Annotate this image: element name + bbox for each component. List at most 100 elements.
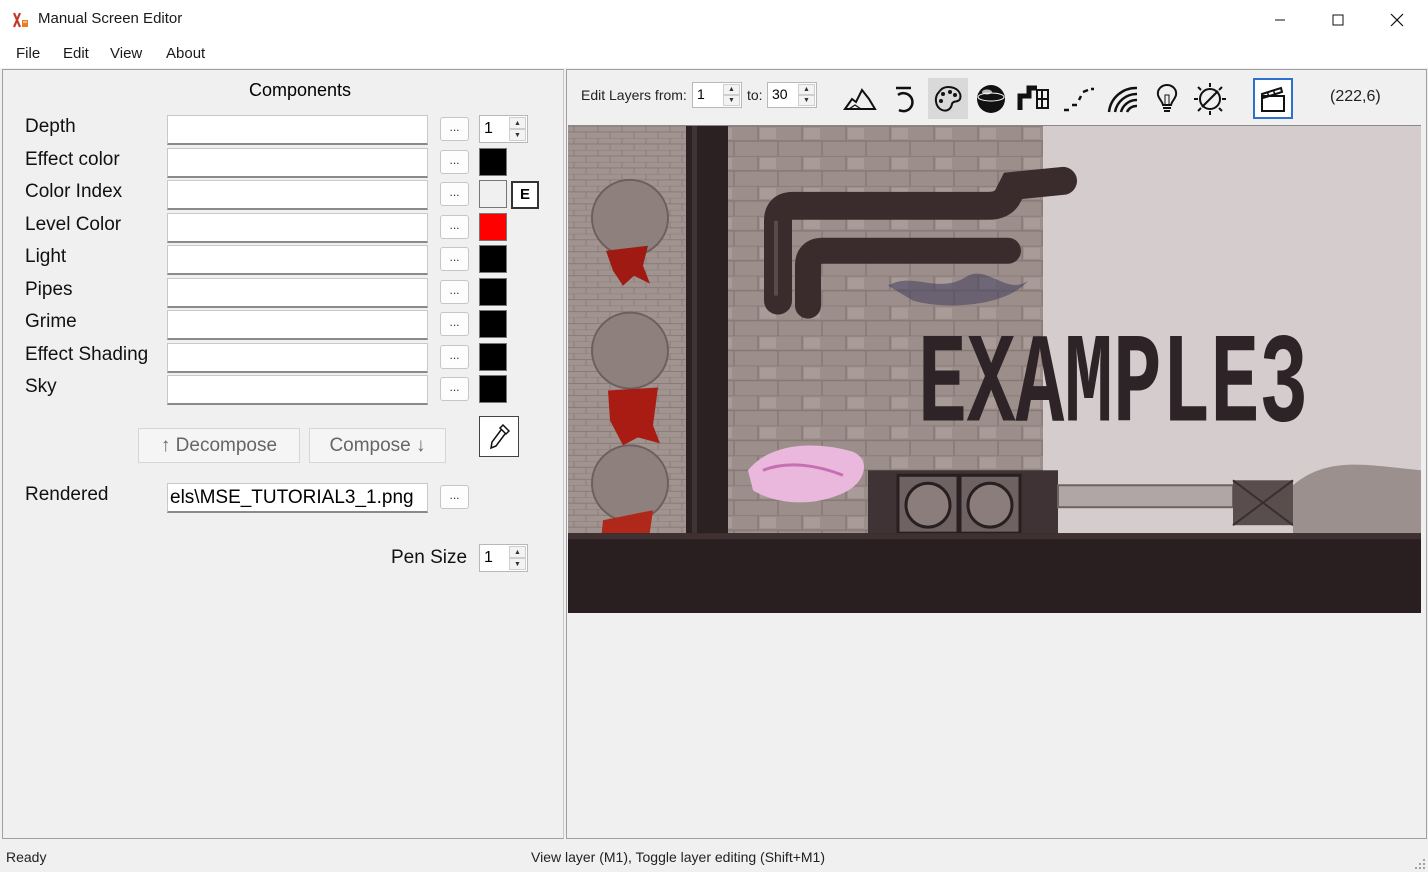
color-index-field[interactable]: [167, 180, 428, 210]
canvas-label: EXAMPLE3: [918, 316, 1308, 460]
spin-down-icon[interactable]: ▼: [509, 129, 526, 141]
pen-size-value: 1: [484, 549, 493, 566]
label-effect-color: Effect color: [25, 149, 120, 170]
layer-to-spinner[interactable]: 30 ▲ ▼: [767, 82, 817, 108]
layer-from-spinner[interactable]: 1 ▲ ▼: [692, 82, 742, 108]
menu-bar: File Edit View About: [0, 40, 1428, 68]
level-color-swatch[interactable]: [479, 213, 507, 241]
status-hint: View layer (M1), Toggle layer editing (S…: [531, 849, 825, 865]
title-bar: Manual Screen Editor: [0, 0, 1428, 40]
effect-color-browse-button[interactable]: ...: [440, 150, 469, 174]
close-icon: [1390, 13, 1404, 27]
tool-palette[interactable]: [928, 78, 968, 119]
app-icon: [12, 12, 28, 28]
effect-color-swatch[interactable]: [479, 148, 507, 176]
components-title: Components: [248, 80, 352, 100]
palette-icon: [934, 85, 962, 112]
pipes-field[interactable]: [167, 278, 428, 308]
label-sky: Sky: [25, 376, 57, 397]
label-level-color: Level Color: [25, 214, 122, 235]
effect-shading-field[interactable]: [167, 343, 428, 373]
tool-sphere[interactable]: [971, 78, 1011, 119]
status-bar: Ready View layer (M1), Toggle layer edit…: [0, 841, 1428, 872]
depth-spinner-value: 1: [484, 120, 493, 137]
rainbow-icon: [1107, 86, 1138, 113]
level-canvas[interactable]: EXAMPLE3: [568, 125, 1421, 613]
layer-from-value: 1: [697, 86, 705, 102]
tool-rainbow[interactable]: [1103, 78, 1143, 119]
eyedropper-icon: [490, 423, 511, 449]
tool-terrain[interactable]: [840, 78, 880, 119]
rendered-browse-button[interactable]: ...: [440, 485, 469, 509]
dotted-line-icon: [1064, 87, 1094, 111]
level-color-browse-button[interactable]: ...: [440, 215, 469, 239]
sun-icon: [1194, 82, 1226, 115]
minimize-icon: [1275, 19, 1285, 21]
grime-browse-button[interactable]: ...: [440, 312, 469, 336]
light-browse-button[interactable]: ...: [440, 247, 469, 271]
menu-about[interactable]: About: [166, 45, 205, 62]
menu-view[interactable]: View: [110, 45, 142, 62]
resize-grip-icon[interactable]: [1412, 856, 1426, 870]
close-button[interactable]: [1368, 0, 1426, 40]
spin-up-icon[interactable]: ▲: [723, 84, 740, 95]
tool-lightbulb[interactable]: [1147, 78, 1187, 119]
edit-layers-label: Edit Layers from:: [581, 87, 687, 103]
minimize-button[interactable]: [1251, 0, 1309, 40]
menu-edit[interactable]: Edit: [63, 45, 89, 62]
terrain-icon: [843, 87, 877, 110]
compose-button[interactable]: Compose ↓: [309, 428, 446, 463]
label-effect-shading: Effect Shading: [25, 344, 149, 365]
spin-down-icon[interactable]: ▼: [723, 95, 740, 106]
tool-pipes[interactable]: [1014, 78, 1054, 119]
rendered-field[interactable]: els\MSE_TUTORIAL3_1.png: [167, 483, 428, 513]
pipes-icon: [1017, 85, 1049, 110]
grime-swatch[interactable]: [479, 310, 507, 338]
label-depth: Depth: [25, 116, 76, 137]
spin-down-icon[interactable]: ▼: [509, 558, 526, 570]
spin-up-icon[interactable]: ▲: [798, 84, 815, 95]
tool-dotted-line[interactable]: [1058, 78, 1098, 119]
label-grime: Grime: [25, 311, 77, 332]
color-index-edit-button[interactable]: E: [511, 181, 539, 209]
menu-file[interactable]: File: [16, 45, 40, 62]
depth-field[interactable]: [167, 115, 428, 145]
spin-up-icon[interactable]: ▲: [509, 117, 526, 129]
color-index-browse-button[interactable]: ...: [440, 182, 469, 206]
label-pen-size: Pen Size: [391, 547, 468, 568]
grime-field[interactable]: [167, 310, 428, 340]
spin-up-icon[interactable]: ▲: [509, 546, 526, 558]
layer-to-value: 30: [772, 86, 788, 102]
spin-down-icon[interactable]: ▼: [798, 95, 815, 106]
sky-field[interactable]: [167, 375, 428, 405]
label-pipes: Pipes: [25, 279, 73, 300]
color-picker-button[interactable]: [479, 416, 519, 457]
pen-size-spinner[interactable]: 1 ▲ ▼: [479, 544, 528, 572]
effect-shading-swatch[interactable]: [479, 343, 507, 371]
rotate-icon: [896, 86, 914, 112]
sky-browse-button[interactable]: ...: [440, 377, 469, 401]
depth-browse-button[interactable]: ...: [440, 117, 469, 141]
coordinates-readout: (222,6): [1330, 88, 1381, 105]
decompose-button[interactable]: ↑ Decompose: [138, 428, 300, 463]
light-swatch[interactable]: [479, 245, 507, 273]
color-index-swatch[interactable]: [479, 180, 507, 208]
tool-rotate[interactable]: [884, 78, 924, 119]
depth-spinner[interactable]: 1 ▲ ▼: [479, 115, 528, 143]
effect-shading-browse-button[interactable]: ...: [440, 345, 469, 369]
effect-color-field[interactable]: [167, 148, 428, 178]
to-label: to:: [747, 87, 763, 103]
maximize-button[interactable]: [1309, 0, 1367, 40]
tool-sun[interactable]: [1190, 78, 1230, 119]
label-color-index: Color Index: [25, 181, 123, 202]
pipes-swatch[interactable]: [479, 278, 507, 306]
clapperboard-icon: [1260, 86, 1285, 112]
sphere-icon: [977, 84, 1005, 113]
label-rendered: Rendered: [25, 484, 109, 505]
light-field[interactable]: [167, 245, 428, 275]
sky-swatch[interactable]: [479, 375, 507, 403]
level-color-field[interactable]: [167, 213, 428, 243]
label-light: Light: [25, 246, 67, 267]
tool-clapperboard[interactable]: [1253, 78, 1293, 119]
pipes-browse-button[interactable]: ...: [440, 280, 469, 304]
